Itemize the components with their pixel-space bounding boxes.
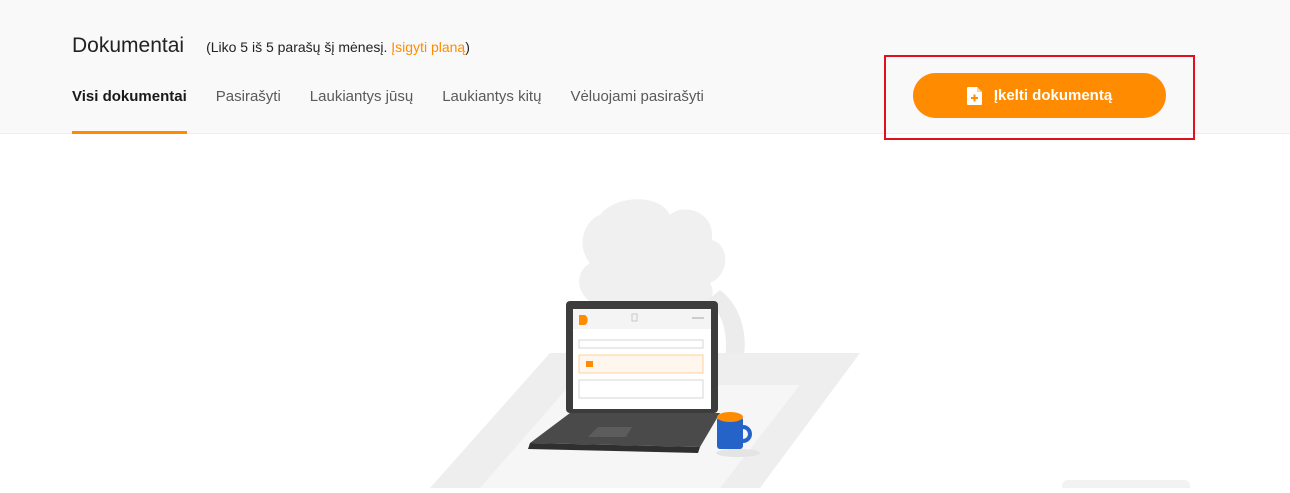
- upload-document-button[interactable]: Įkelti dokumentą: [913, 73, 1166, 118]
- document-tabs: Visi dokumentai Pasirašyti Laukiantys jū…: [72, 88, 733, 134]
- tab-overdue[interactable]: Vėluojami pasirašyti: [570, 88, 703, 134]
- quota-text: (Liko 5 iš 5 parašų šį mėnesį.: [206, 39, 388, 55]
- upload-document-label: Įkelti dokumentą: [993, 87, 1113, 104]
- tab-signed[interactable]: Pasirašyti: [216, 88, 281, 134]
- page-title: Dokumentai: [72, 34, 185, 57]
- title-row: Dokumentai (Liko 5 iš 5 parašų šį mėnesį…: [72, 34, 470, 58]
- background-shape: [1062, 480, 1190, 488]
- tab-all-documents[interactable]: Visi dokumentai: [72, 88, 187, 134]
- buy-plan-link[interactable]: Įsigyti planą: [391, 39, 465, 55]
- file-plus-icon: [966, 86, 982, 105]
- signature-quota: (Liko 5 iš 5 parašų šį mėnesį. Įsigyti p…: [206, 39, 470, 55]
- tab-waiting-for-you[interactable]: Laukiantys jūsų: [310, 88, 413, 134]
- empty-state-illustration: [420, 195, 870, 488]
- quota-close: ): [465, 39, 470, 55]
- tab-waiting-for-others[interactable]: Laukiantys kitų: [442, 88, 541, 134]
